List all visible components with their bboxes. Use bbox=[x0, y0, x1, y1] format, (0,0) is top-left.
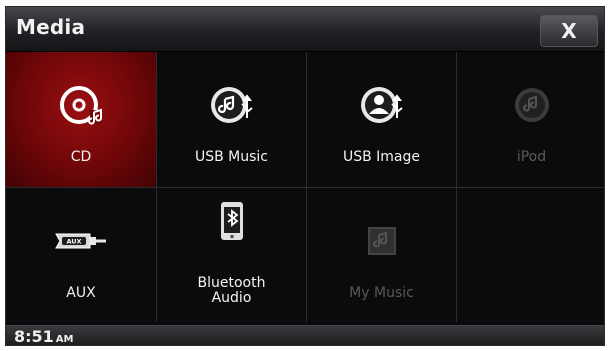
title-bar: Media X bbox=[6, 7, 604, 52]
close-button[interactable]: X bbox=[540, 15, 598, 47]
clock: 8:51 AM bbox=[14, 326, 74, 346]
usb-image-icon bbox=[360, 87, 403, 123]
media-screen: Media X CD USB Music USB Image iPod AUX … bbox=[5, 6, 605, 346]
cd-icon bbox=[60, 86, 103, 125]
media-tile-label: CD bbox=[70, 149, 92, 165]
media-tile-label: My Music bbox=[349, 285, 414, 301]
ipod-icon bbox=[514, 88, 549, 122]
media-tile-label: USB Music bbox=[194, 149, 269, 165]
clock-ampm: AM bbox=[55, 334, 74, 345]
page-title: Media bbox=[16, 15, 86, 39]
status-bar: 8:51 AM bbox=[6, 325, 604, 346]
media-tile-aux[interactable]: AUX AUX bbox=[6, 187, 156, 322]
bluetooth-phone-icon bbox=[220, 202, 243, 240]
media-tile-label: Bluetooth Audio bbox=[197, 275, 266, 306]
media-tile-label: AUX bbox=[66, 285, 96, 301]
media-tile-usb-image[interactable]: USB Image bbox=[306, 52, 456, 187]
media-tile-usb-music[interactable]: USB Music bbox=[156, 52, 306, 187]
media-tile-label: iPod bbox=[516, 149, 547, 165]
usb-music-icon bbox=[210, 87, 253, 123]
svg-text:AUX: AUX bbox=[66, 238, 81, 246]
media-tile-label: USB Image bbox=[342, 149, 421, 165]
my-music-icon bbox=[367, 227, 396, 255]
media-tile-cd[interactable]: CD bbox=[6, 52, 156, 187]
media-tile-bluetooth-audio[interactable]: Bluetooth Audio bbox=[156, 187, 306, 322]
aux-cable-icon: AUX bbox=[55, 233, 106, 249]
media-tile-my-music[interactable]: My Music bbox=[306, 187, 456, 322]
media-tile-ipod[interactable]: iPod bbox=[456, 52, 604, 187]
empty-tile bbox=[456, 187, 604, 322]
clock-time: 8:51 bbox=[14, 327, 54, 346]
media-source-grid: CD USB Music USB Image iPod AUX AUX Blue… bbox=[6, 52, 604, 322]
